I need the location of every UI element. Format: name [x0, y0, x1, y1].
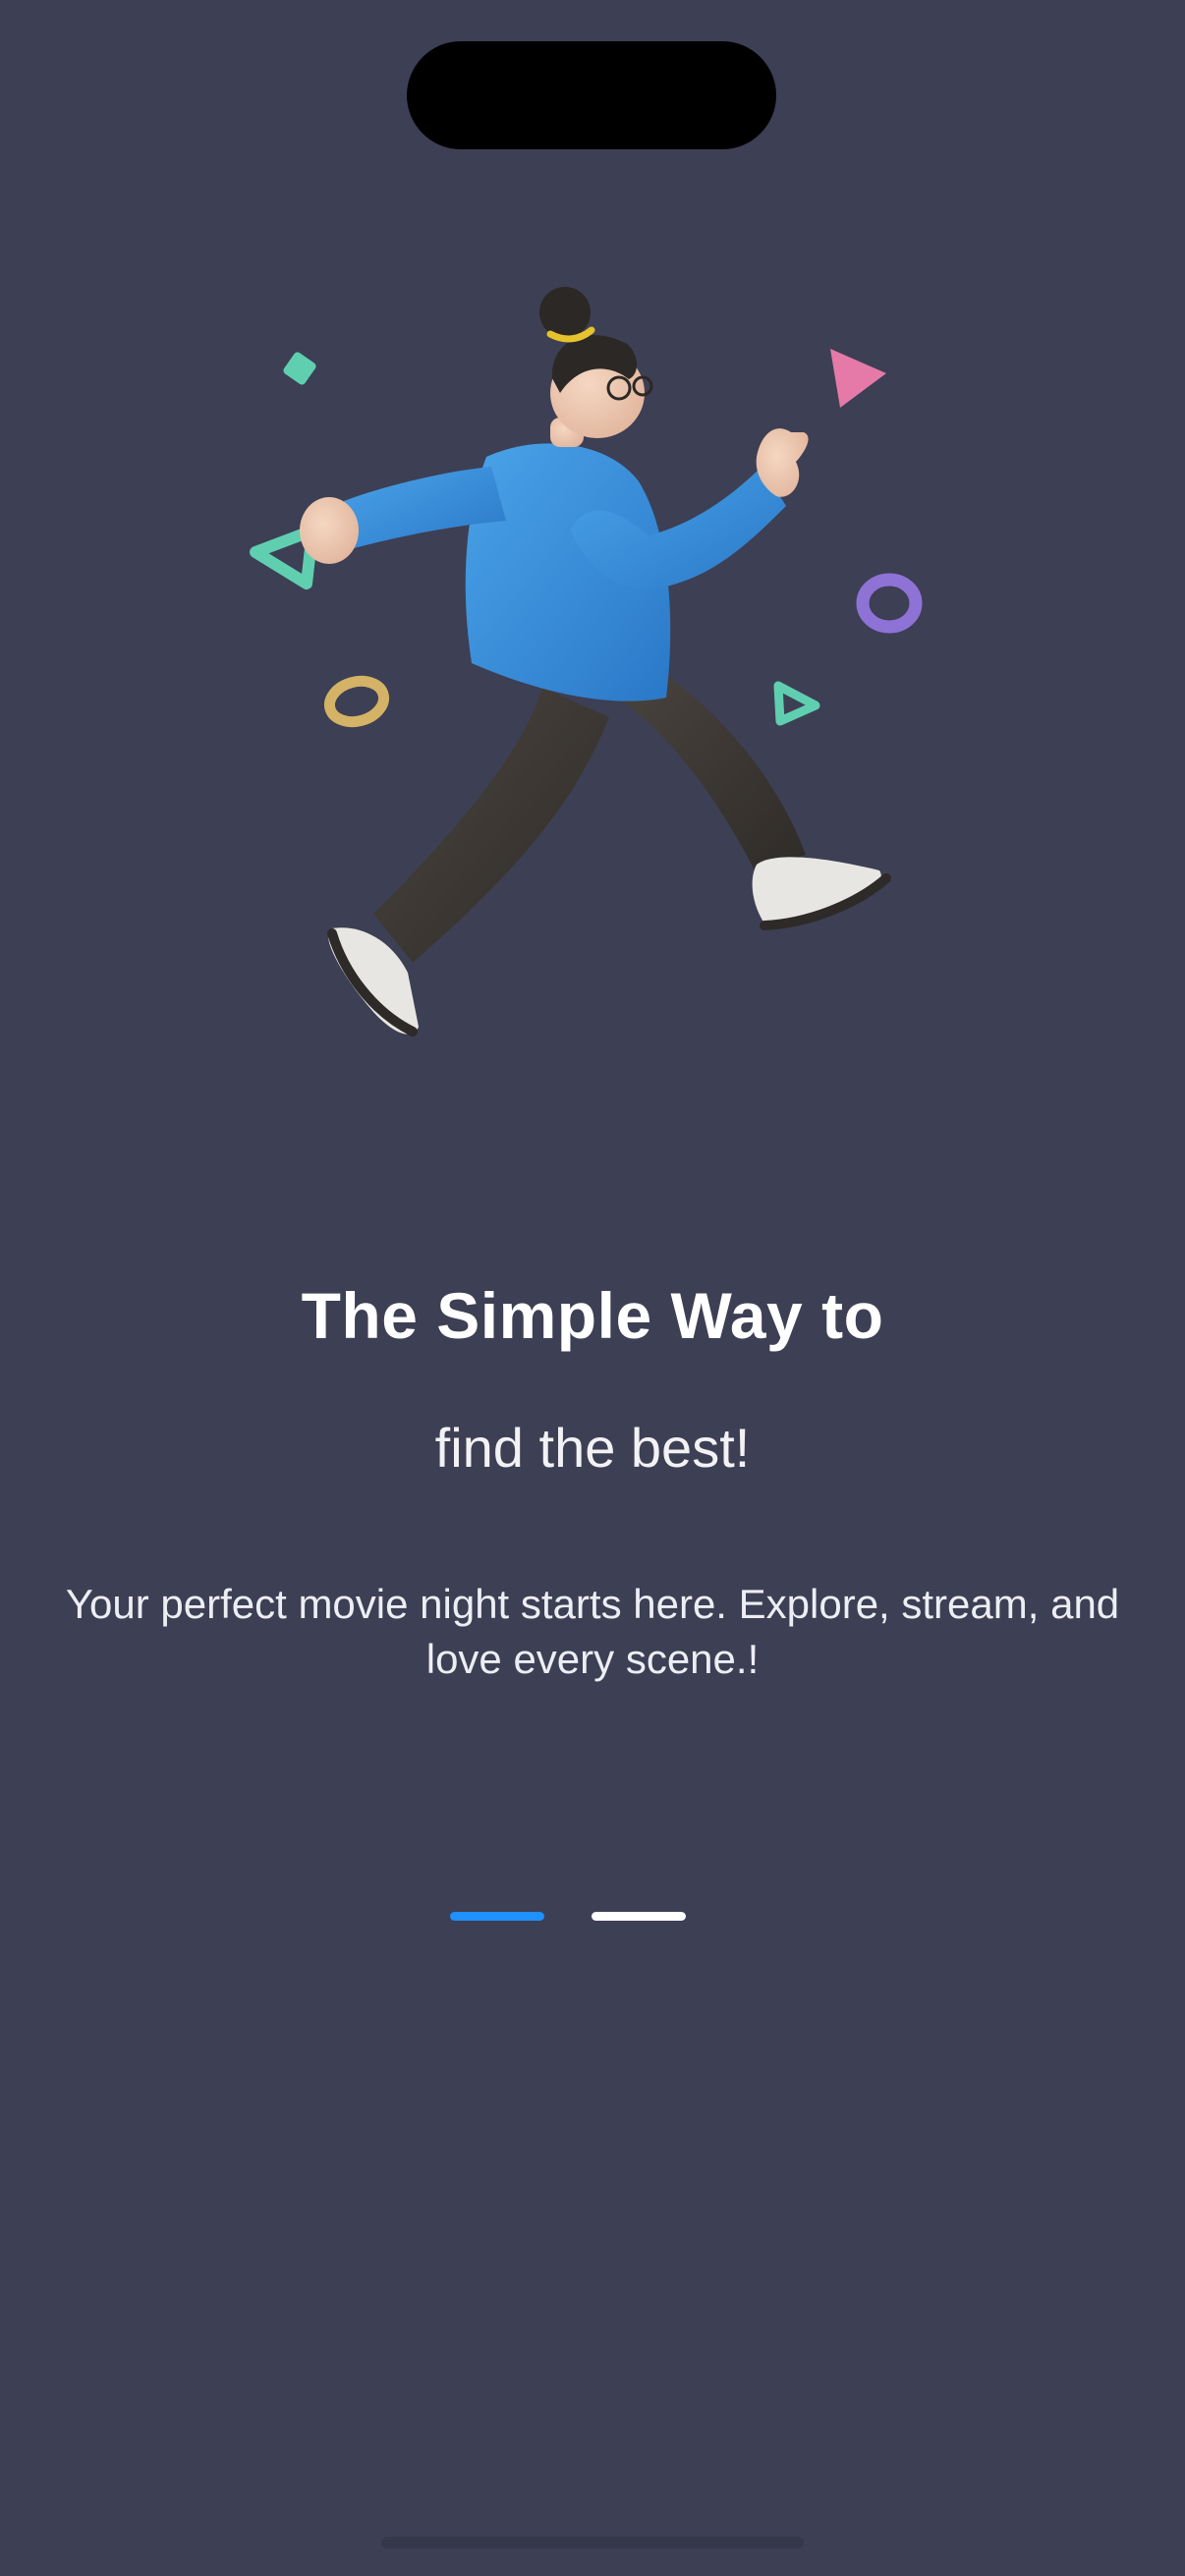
onboarding-description: Your perfect movie night starts here. Ex…: [65, 1581, 1120, 1682]
onboarding-title: The Simple Way to: [301, 1279, 884, 1352]
jumping-person-illustration: [250, 287, 923, 1036]
dynamic-island: [407, 41, 776, 149]
home-indicator[interactable]: [381, 2537, 804, 2548]
page-indicator-dot-2[interactable]: [592, 1912, 686, 1921]
page-indicator: [450, 1912, 686, 1921]
page-indicator-dot-1[interactable]: [450, 1912, 544, 1921]
onboarding-subtitle: find the best!: [434, 1417, 751, 1479]
